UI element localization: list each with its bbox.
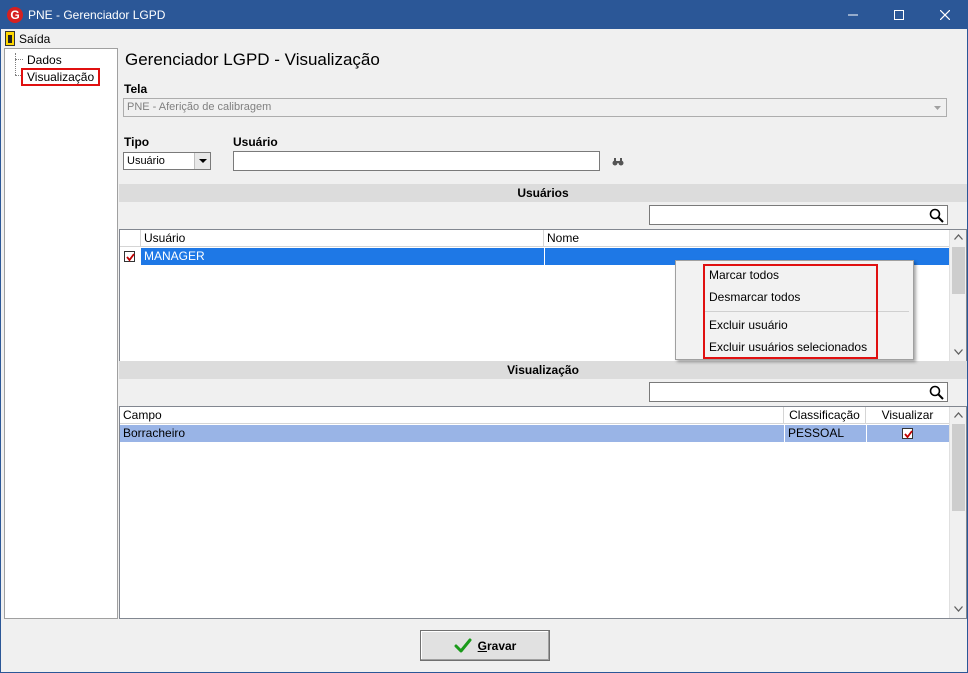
tela-select[interactable]: PNE - Aferição de calibragem xyxy=(123,98,947,117)
visualizar-checkbox[interactable] xyxy=(902,428,913,439)
chevron-down-icon xyxy=(954,349,963,355)
checkmark-icon xyxy=(904,430,913,439)
chevron-up-icon xyxy=(954,234,963,240)
usuarios-search-input[interactable] xyxy=(649,205,948,225)
highlight-outline xyxy=(703,264,878,359)
exit-door-icon xyxy=(5,31,15,46)
tela-label: Tela xyxy=(124,82,148,96)
tipo-select-value: Usuário xyxy=(127,155,165,167)
grid-header: Usuário Nome xyxy=(120,230,949,247)
close-icon xyxy=(940,10,950,20)
chevron-up-icon xyxy=(954,412,963,418)
visualizar-cell xyxy=(866,425,949,442)
menu-item-saida[interactable]: Saída xyxy=(5,30,50,47)
search-icon[interactable] xyxy=(929,208,944,223)
tipo-select[interactable]: Usuário xyxy=(123,152,211,170)
app-logo-icon: G xyxy=(7,7,23,23)
scrollbar-thumb[interactable] xyxy=(952,424,965,511)
tree-item-visualizacao[interactable]: Visualização xyxy=(21,68,101,86)
usuario-label: Usuário xyxy=(233,135,278,149)
scrollbar-thumb[interactable] xyxy=(952,247,965,294)
column-header-usuario[interactable]: Usuário xyxy=(141,230,544,247)
page-title: Gerenciador LGPD - Visualização xyxy=(125,50,380,69)
column-header-visualizar[interactable]: Visualizar xyxy=(866,407,949,424)
grid-header: Campo Classificação Visualizar xyxy=(120,407,949,424)
usuario-input[interactable] xyxy=(233,151,600,171)
visualizacao-grid[interactable]: Campo Classificação Visualizar Borrachei… xyxy=(119,406,967,619)
visualizacao-section-header: Visualização xyxy=(119,361,967,379)
column-header-nome[interactable]: Nome xyxy=(544,230,949,247)
minimize-icon xyxy=(848,14,858,16)
chevron-down-icon xyxy=(954,606,963,612)
minimize-button[interactable] xyxy=(830,1,876,29)
checkbox-column-header xyxy=(120,230,141,247)
checkmark-icon xyxy=(126,253,135,262)
binoculars-icon[interactable] xyxy=(612,158,624,166)
row-checkbox[interactable] xyxy=(124,251,135,262)
usuario-cell: MANAGER xyxy=(141,248,544,265)
close-button[interactable] xyxy=(922,1,968,29)
usuarios-scrollbar[interactable] xyxy=(949,230,966,361)
title-bar[interactable]: G PNE - Gerenciador LGPD xyxy=(1,1,967,29)
chevron-down-icon xyxy=(934,106,941,110)
save-button[interactable]: Gravar xyxy=(420,630,550,661)
window-title: PNE - Gerenciador LGPD xyxy=(28,8,166,22)
save-button-label: Gravar xyxy=(477,638,517,653)
navigation-tree: Dados Visualização xyxy=(4,48,118,619)
maximize-icon xyxy=(894,10,904,20)
tela-select-value: PNE - Aferição de calibragem xyxy=(127,101,272,113)
row-checkbox-cell xyxy=(120,248,141,265)
tree-item-dados[interactable]: Dados xyxy=(27,53,62,67)
tree-connector xyxy=(15,53,16,75)
menu-bar: Saída xyxy=(1,29,967,48)
visualizacao-scrollbar[interactable] xyxy=(949,407,966,618)
table-row[interactable]: Borracheiro PESSOAL xyxy=(120,425,949,442)
classificacao-cell: PESSOAL xyxy=(784,425,866,442)
search-icon[interactable] xyxy=(929,385,944,400)
chevron-down-icon[interactable] xyxy=(194,153,210,169)
column-header-classificacao[interactable]: Classificação xyxy=(784,407,866,424)
tree-connector xyxy=(15,59,23,60)
campo-cell: Borracheiro xyxy=(123,426,186,440)
app-window: G PNE - Gerenciador LGPD Saída Dados Vis… xyxy=(0,0,968,673)
menu-item-label: Saída xyxy=(19,31,51,46)
column-header-campo[interactable]: Campo xyxy=(120,407,784,424)
checkmark-icon xyxy=(454,638,472,652)
context-menu: Marcar todos Desmarcar todos Excluir usu… xyxy=(675,260,914,360)
tipo-label: Tipo xyxy=(124,135,150,149)
usuarios-section-header: Usuários xyxy=(119,184,967,202)
visualizacao-search-input[interactable] xyxy=(649,382,948,402)
maximize-button[interactable] xyxy=(876,1,922,29)
